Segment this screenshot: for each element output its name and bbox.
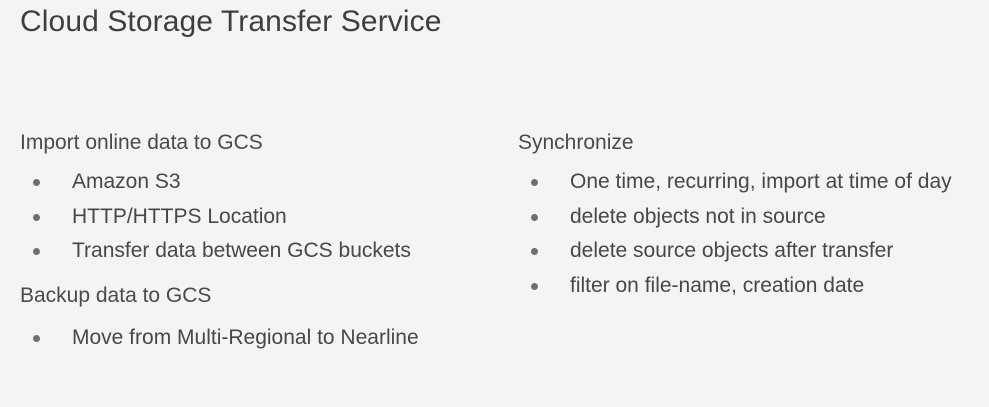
right-column: Synchronize One time, recurring, import … (518, 130, 988, 303)
bullet-item: filter on file-name, creation date (518, 269, 988, 304)
bullet-dot-icon (33, 213, 40, 221)
bullet-dot-icon (33, 334, 40, 342)
bullet-dot-icon (531, 179, 538, 186)
bullet-dot-icon (531, 248, 538, 255)
bullet-dot-icon (531, 213, 538, 221)
backup-section-heading: Backup data to GCS (20, 283, 212, 307)
bullet-dot-icon (531, 282, 538, 290)
bullet-text: Amazon S3 (72, 170, 181, 193)
bullet-item: Move from Multi-Regional to Nearline (20, 321, 490, 356)
bullet-text: Move from Multi-Regional to Nearline (72, 325, 419, 349)
bullet-item: Amazon S3 (20, 165, 490, 200)
slide-title: Cloud Storage Transfer Service (20, 5, 442, 38)
synchronize-section-heading: Synchronize (518, 131, 634, 154)
bullet-item: delete objects not in source (518, 200, 988, 235)
bullet-dot-icon (33, 248, 40, 255)
synchronize-bullet-list: One time, recurring, import at time of d… (518, 165, 988, 303)
import-section-heading: Import online data to GCS (20, 131, 263, 154)
bullet-item: One time, recurring, import at time of d… (518, 165, 988, 200)
import-bullet-list: Amazon S3 HTTP/HTTPS Location Transfer d… (20, 165, 490, 269)
bullet-text: Transfer data between GCS buckets (72, 239, 411, 262)
left-column: Import online data to GCS Amazon S3 HTTP… (20, 130, 490, 355)
bullet-text: delete objects not in source (570, 204, 826, 228)
slide: Cloud Storage Transfer Service Import on… (0, 0, 989, 407)
bullet-text: filter on file-name, creation date (570, 273, 865, 297)
bullet-text: One time, recurring, import at time of d… (570, 170, 952, 193)
bullet-text: delete source objects after transfer (570, 239, 894, 262)
bullet-item: Transfer data between GCS buckets (20, 234, 490, 269)
bullet-dot-icon (33, 179, 40, 186)
bullet-item: delete source objects after transfer (518, 234, 988, 269)
bullet-text: HTTP/HTTPS Location (72, 204, 287, 228)
bullet-item: HTTP/HTTPS Location (20, 200, 490, 235)
backup-bullet-list: Move from Multi-Regional to Nearline (20, 321, 490, 356)
